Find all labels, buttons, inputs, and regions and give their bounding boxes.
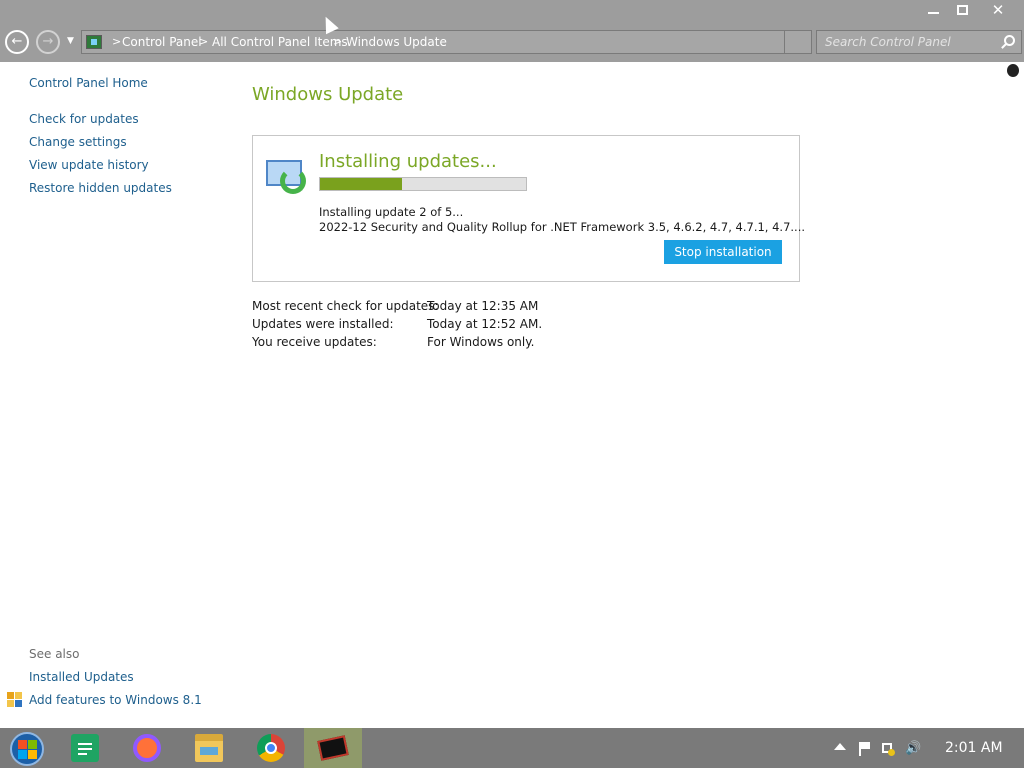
file-explorer-icon — [195, 734, 223, 762]
show-hidden-icons[interactable] — [834, 743, 846, 750]
breadcrumb-all-items[interactable]: All Control Panel Items — [212, 35, 348, 49]
windows-update-icon — [266, 160, 308, 194]
refresh-button[interactable] — [785, 31, 811, 53]
breadcrumb-separator: > — [333, 35, 343, 48]
network-icon[interactable] — [881, 742, 895, 756]
chrome-icon — [257, 734, 285, 762]
back-arrow-icon: ← — [11, 34, 23, 49]
breadcrumb-separator: > — [112, 35, 122, 48]
search-input[interactable]: Search Control Panel — [816, 30, 1022, 54]
update-name-text: 2022-12 Security and Quality Rollup for … — [319, 220, 806, 234]
sheets-icon — [71, 734, 99, 762]
forward-arrow-icon: → — [42, 34, 54, 49]
taskbar-sheets-button[interactable] — [56, 728, 114, 768]
minimize-icon — [927, 12, 939, 14]
breadcrumb-separator: > — [199, 35, 209, 48]
taskbar-chrome-button[interactable] — [242, 728, 300, 768]
start-orb-icon[interactable] — [10, 732, 44, 766]
breadcrumb-control-panel[interactable]: Control Panel — [122, 35, 202, 49]
progress-fill — [320, 178, 403, 190]
sidebar-item-restore-hidden-updates[interactable]: Restore hidden updates — [29, 181, 172, 195]
see-also-installed-updates[interactable]: Installed Updates — [29, 670, 134, 684]
taskbar-clock[interactable]: 2:01 AM — [945, 740, 1003, 756]
see-also-heading: See also — [29, 647, 80, 661]
back-button[interactable]: ← — [5, 30, 29, 54]
restore-icon — [956, 5, 968, 15]
restore-button[interactable] — [945, 0, 979, 20]
info-value-last-check: Today at 12:35 AM — [427, 299, 539, 313]
flag-icon[interactable] — [857, 742, 871, 756]
windows-features-icon — [7, 692, 22, 707]
video-app-icon — [317, 735, 349, 761]
info-label-receive: You receive updates: — [252, 335, 377, 349]
stop-installation-button[interactable]: Stop installation — [664, 240, 782, 264]
close-icon: ✕ — [991, 1, 1005, 19]
volume-icon[interactable]: 🔊 — [905, 742, 921, 756]
address-bar[interactable]: > Control Panel > All Control Panel Item… — [81, 30, 812, 54]
breadcrumb-windows-update[interactable]: Windows Update — [346, 35, 447, 49]
control-panel-icon — [86, 35, 102, 49]
info-label-installed: Updates were installed: — [252, 317, 394, 331]
taskbar: 🔊 2:01 AM — [0, 728, 1024, 768]
taskbar-video-app-button[interactable] — [304, 728, 362, 768]
taskbar-firefox-button[interactable] — [118, 728, 176, 768]
sidebar-control-panel-home[interactable]: Control Panel Home — [29, 76, 148, 90]
search-placeholder: Search Control Panel — [825, 35, 951, 49]
info-value-installed: Today at 12:52 AM. — [427, 317, 543, 331]
user-avatar-icon — [1007, 64, 1019, 77]
update-counter-text: Installing update 2 of 5... — [319, 205, 464, 219]
firefox-icon — [133, 734, 161, 762]
status-title: Installing updates... — [319, 151, 497, 172]
install-progress-bar — [319, 177, 527, 191]
sidebar-item-check-for-updates[interactable]: Check for updates — [29, 112, 139, 126]
update-status-panel: Installing updates... Installing update … — [252, 135, 805, 282]
info-value-receive: For Windows only. — [427, 335, 535, 349]
taskbar-file-explorer-button[interactable] — [180, 728, 238, 768]
title-bar: ✕ ← → ▼ > Control Panel > All Control Pa… — [0, 0, 1024, 62]
sidebar-item-view-update-history[interactable]: View update history — [29, 158, 149, 172]
page-title: Windows Update — [252, 84, 404, 105]
sidebar-item-change-settings[interactable]: Change settings — [29, 135, 127, 149]
see-also-add-features[interactable]: Add features to Windows 8.1 — [29, 693, 202, 707]
recent-pages-dropdown[interactable]: ▼ — [67, 36, 77, 46]
forward-button[interactable]: → — [36, 30, 60, 54]
search-icon[interactable] — [1004, 35, 1015, 46]
info-label-last-check: Most recent check for updates: — [252, 299, 439, 313]
close-button[interactable]: ✕ — [980, 0, 1016, 20]
